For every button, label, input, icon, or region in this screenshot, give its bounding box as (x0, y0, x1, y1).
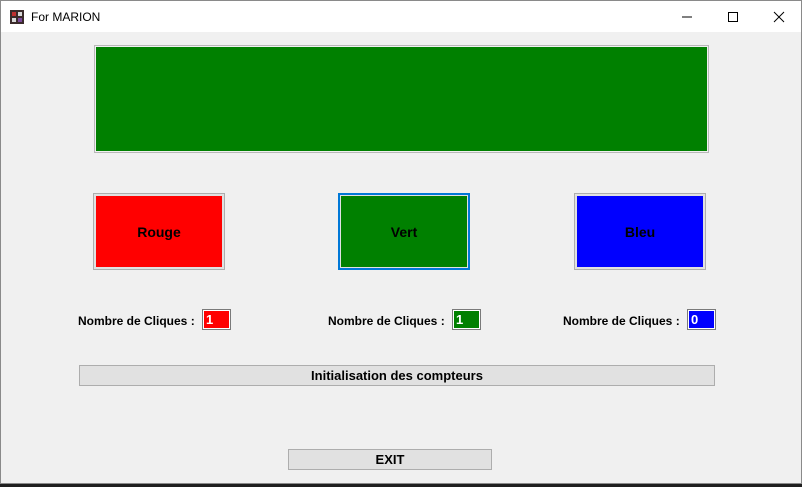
blue-button-label: Bleu (577, 196, 703, 267)
green-button[interactable]: Vert (338, 193, 470, 270)
app-icon (10, 10, 24, 24)
red-count-value: 1 (204, 311, 229, 328)
blue-count-value: 0 (689, 311, 714, 328)
blue-button[interactable]: Bleu (574, 193, 706, 270)
minimize-button[interactable] (664, 1, 710, 32)
blue-count-label: Nombre de Cliques : (563, 314, 680, 328)
close-button[interactable] (756, 1, 802, 32)
window-title: For MARION (31, 10, 101, 24)
maximize-button[interactable] (710, 1, 756, 32)
blue-count-field[interactable]: 0 (687, 309, 716, 330)
red-button-label: Rouge (96, 196, 222, 267)
red-button[interactable]: Rouge (93, 193, 225, 270)
reset-counters-button[interactable]: Initialisation des compteurs (79, 365, 715, 386)
title-bar: For MARION (1, 1, 801, 32)
green-button-label: Vert (341, 196, 467, 267)
color-display-panel (94, 45, 709, 153)
color-display-fill (96, 47, 707, 151)
maximize-icon (728, 11, 738, 22)
minimize-icon (682, 16, 692, 17)
green-count-value: 1 (454, 311, 479, 328)
green-count-label: Nombre de Cliques : (328, 314, 445, 328)
app-window: For MARION Rouge Vert Bleu Nombre de Cli… (0, 0, 802, 484)
close-icon (773, 11, 785, 22)
red-count-label: Nombre de Cliques : (78, 314, 195, 328)
red-count-field[interactable]: 1 (202, 309, 231, 330)
green-count-field[interactable]: 1 (452, 309, 481, 330)
exit-button[interactable]: EXIT (288, 449, 492, 470)
